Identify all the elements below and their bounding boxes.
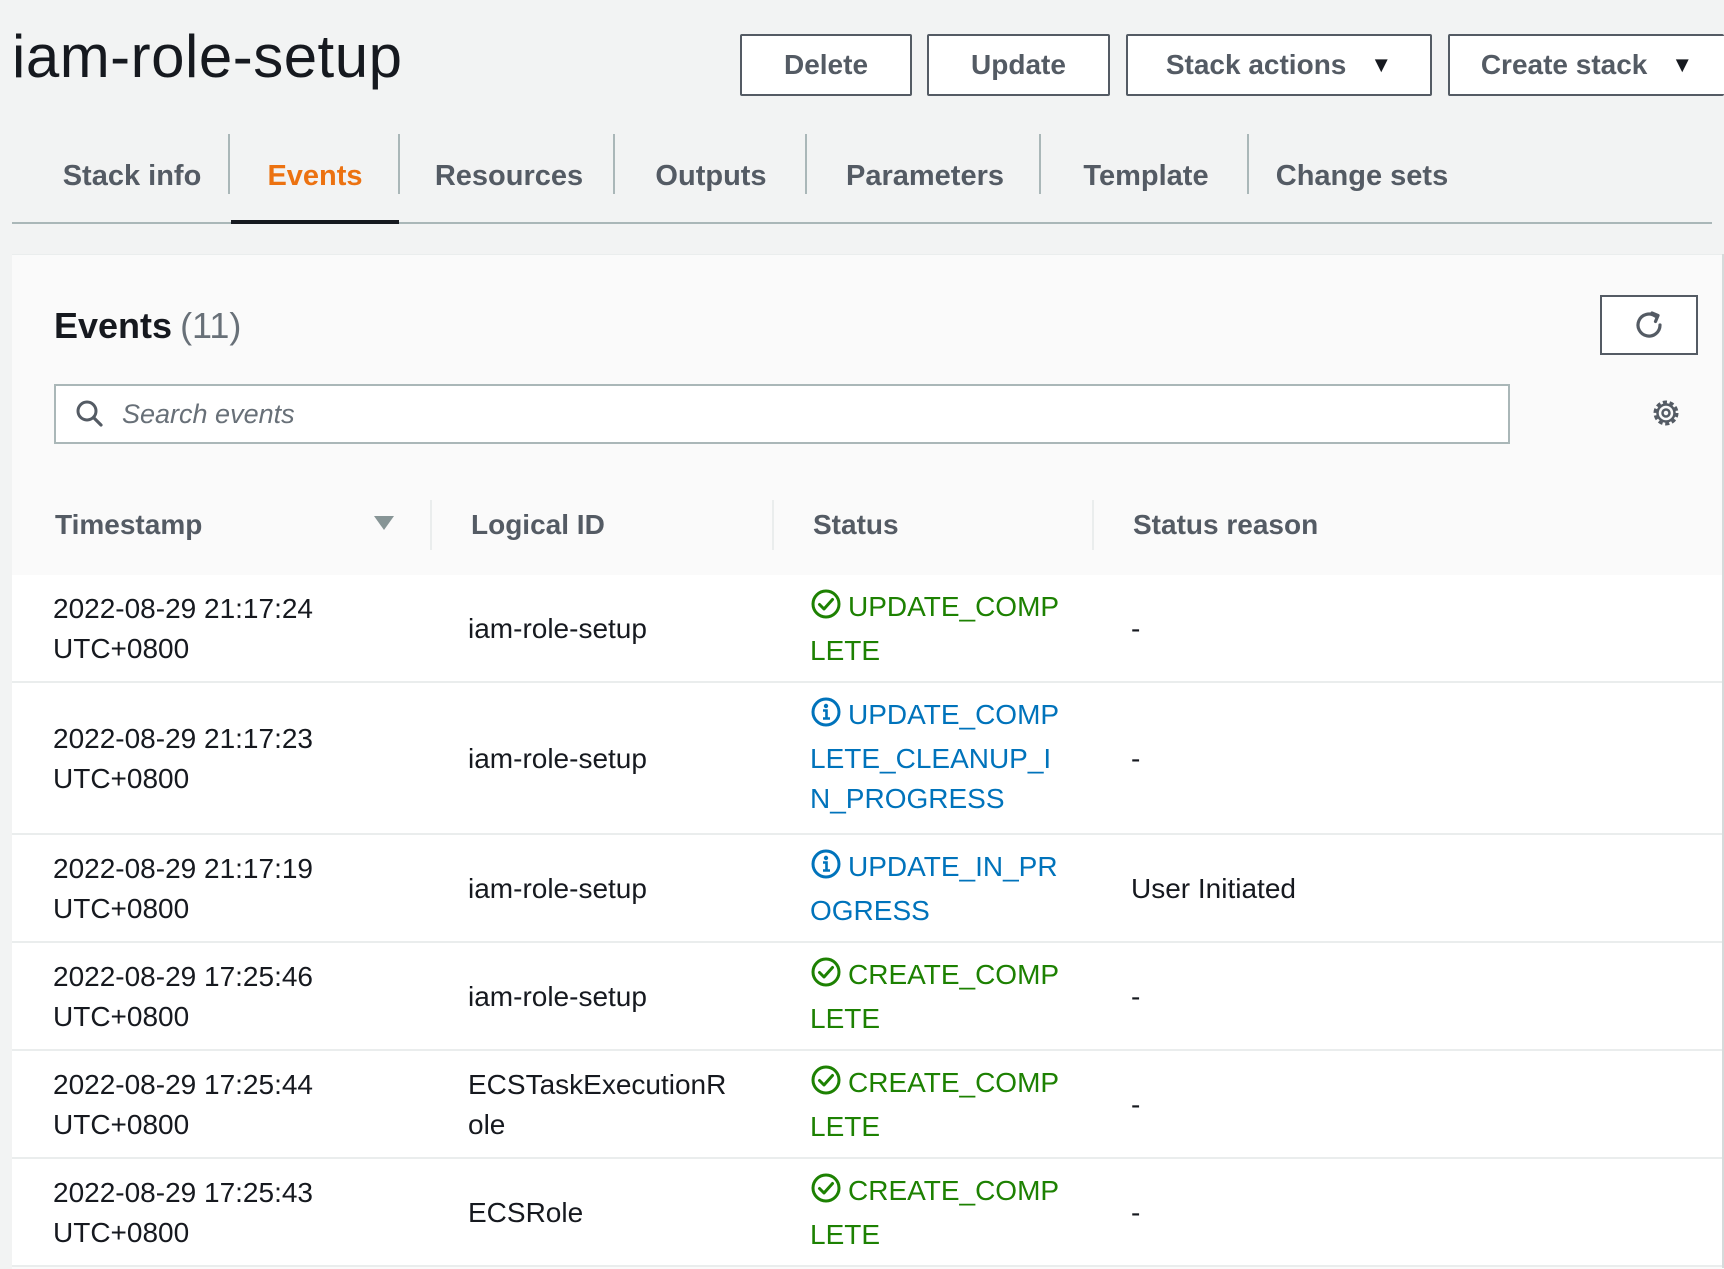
tab-change-sets[interactable]: Change sets bbox=[1251, 130, 1473, 222]
status-text: CREATE_COMPLETE bbox=[810, 1067, 1060, 1142]
logical-id-cell: iam-role-setup bbox=[468, 743, 647, 774]
status-cell: CREATE_COMPLETE bbox=[810, 1171, 1070, 1255]
status-cell: CREATE_COMPLETE bbox=[810, 955, 1070, 1039]
tab-stack-info[interactable]: Stack info bbox=[42, 130, 222, 222]
table-row: 2022-08-29 21:17:23 UTC+0800 iam-role-se… bbox=[12, 683, 1724, 835]
tab-divider bbox=[228, 134, 230, 194]
create-stack-button[interactable]: Create stack ▼ bbox=[1448, 34, 1724, 96]
column-header-logical-id[interactable]: Logical ID bbox=[471, 475, 605, 575]
timestamp-cell: 2022-08-29 21:17:24 UTC+0800 bbox=[53, 593, 313, 664]
tab-label: Outputs bbox=[655, 159, 767, 192]
column-header-label: Status reason bbox=[1133, 509, 1319, 540]
status-reason-cell: - bbox=[1131, 743, 1141, 774]
tab-template[interactable]: Template bbox=[1043, 130, 1249, 222]
page-title: iam-role-setup bbox=[12, 23, 403, 90]
logical-id-cell: ECSTaskExecutionRole bbox=[468, 1069, 727, 1140]
create-stack-label: Create stack bbox=[1480, 49, 1648, 80]
info-circle-icon bbox=[810, 848, 842, 891]
stack-actions-button[interactable]: Stack actions ▼ bbox=[1126, 34, 1432, 96]
column-divider bbox=[772, 500, 774, 550]
tab-divider bbox=[398, 134, 400, 194]
check-circle-icon bbox=[810, 1064, 842, 1107]
status-reason-cell: - bbox=[1131, 1197, 1141, 1228]
status-reason-cell: - bbox=[1131, 613, 1141, 644]
status-text: CREATE_COMPLETE bbox=[810, 959, 1060, 1034]
column-header-label: Logical ID bbox=[471, 509, 605, 540]
caret-down-icon: ▼ bbox=[1370, 52, 1393, 77]
stack-actions-label: Stack actions bbox=[1165, 49, 1347, 80]
status-cell: CREATE_COMPLETE bbox=[810, 1063, 1070, 1147]
info-circle-icon bbox=[810, 696, 842, 739]
gear-icon[interactable] bbox=[1648, 395, 1684, 431]
delete-button-label: Delete bbox=[783, 49, 869, 80]
active-tab-indicator bbox=[231, 220, 399, 224]
tab-divider bbox=[805, 134, 807, 194]
table-row: 2022-08-29 21:17:19 UTC+0800 iam-role-se… bbox=[12, 835, 1724, 943]
column-header-status-reason[interactable]: Status reason bbox=[1133, 475, 1318, 575]
tab-parameters[interactable]: Parameters bbox=[809, 130, 1041, 222]
table-row: 2022-08-29 17:25:43 UTC+0800 ECSRole CRE… bbox=[12, 1159, 1724, 1267]
caret-down-icon: ▼ bbox=[1671, 52, 1694, 77]
logical-id-cell: iam-role-setup bbox=[468, 613, 647, 644]
column-header-timestamp[interactable]: Timestamp bbox=[55, 475, 202, 575]
events-panel: Events(11) Ti bbox=[12, 254, 1724, 1269]
table-row: 2022-08-29 17:25:44 UTC+0800 ECSTaskExec… bbox=[12, 1051, 1724, 1159]
status-text: UPDATE_COMPLETE bbox=[810, 591, 1060, 666]
status-cell: UPDATE_COMPLETE bbox=[810, 587, 1070, 671]
status-reason-cell: - bbox=[1131, 981, 1141, 1012]
column-divider bbox=[430, 500, 432, 550]
status-reason-cell: - bbox=[1131, 1089, 1141, 1120]
tab-label: Stack info bbox=[62, 159, 202, 192]
timestamp-cell: 2022-08-29 17:25:44 UTC+0800 bbox=[53, 1069, 313, 1140]
search-events-field[interactable] bbox=[54, 384, 1510, 444]
tab-label: Events bbox=[267, 159, 363, 192]
timestamp-cell: 2022-08-29 21:17:19 UTC+0800 bbox=[53, 853, 313, 924]
status-text: UPDATE_COMPLETE_CLEANUP_IN_PROGRESS bbox=[810, 699, 1060, 814]
check-circle-icon bbox=[810, 588, 842, 631]
events-panel-header: Events (11) bbox=[12, 255, 1724, 476]
update-button-label: Update bbox=[971, 49, 1066, 80]
status-cell: UPDATE_COMPLETE_CLEANUP_IN_PROGRESS bbox=[810, 695, 1070, 819]
search-input[interactable] bbox=[120, 397, 1508, 431]
events-table-header: Timestamp Logical ID Status Status reaso… bbox=[12, 475, 1724, 577]
refresh-button[interactable] bbox=[1600, 295, 1698, 355]
refresh-icon bbox=[1636, 311, 1662, 338]
table-row: 2022-08-29 17:25:46 UTC+0800 iam-role-se… bbox=[12, 943, 1724, 1051]
column-divider bbox=[1092, 500, 1094, 550]
search-icon bbox=[74, 398, 106, 430]
logical-id-cell: iam-role-setup bbox=[468, 873, 647, 904]
table-row: 2022-08-29 21:17:24 UTC+0800 iam-role-se… bbox=[12, 575, 1724, 683]
tab-bar: Stack info Events Resources Outputs Para… bbox=[12, 130, 1712, 224]
logical-id-cell: iam-role-setup bbox=[468, 981, 647, 1012]
update-button[interactable]: Update bbox=[927, 34, 1110, 96]
tab-divider bbox=[1247, 134, 1249, 194]
timestamp-cell: 2022-08-29 21:17:23 UTC+0800 bbox=[53, 723, 313, 794]
status-text: UPDATE_IN_PROGRESS bbox=[810, 851, 1058, 926]
logical-id-cell: ECSRole bbox=[468, 1197, 584, 1228]
column-header-label: Timestamp bbox=[55, 509, 203, 540]
tab-resources[interactable]: Resources bbox=[402, 130, 616, 222]
events-count: (11) bbox=[180, 305, 242, 346]
tab-label: Parameters bbox=[846, 159, 1004, 192]
events-title: Events bbox=[54, 305, 173, 346]
tab-divider bbox=[1039, 134, 1041, 194]
check-circle-icon bbox=[810, 956, 842, 999]
column-header-label: Status bbox=[813, 509, 899, 540]
tab-events[interactable]: Events bbox=[231, 130, 399, 224]
timestamp-cell: 2022-08-29 17:25:46 UTC+0800 bbox=[53, 961, 313, 1032]
status-cell: UPDATE_IN_PROGRESS bbox=[810, 847, 1070, 931]
status-text: CREATE_COMPLETE bbox=[810, 1175, 1060, 1250]
sort-descending-icon[interactable] bbox=[372, 513, 396, 533]
check-circle-icon bbox=[810, 1172, 842, 1215]
tab-label: Resources bbox=[434, 159, 584, 192]
status-reason-cell: User Initiated bbox=[1131, 873, 1296, 904]
tab-label: Template bbox=[1083, 159, 1209, 192]
tab-divider bbox=[613, 134, 615, 194]
events-panel-title: Events (11) bbox=[54, 305, 241, 347]
tab-label: Change sets bbox=[1275, 159, 1449, 192]
delete-button[interactable]: Delete bbox=[740, 34, 912, 96]
column-header-status[interactable]: Status bbox=[813, 475, 899, 575]
timestamp-cell: 2022-08-29 17:25:43 UTC+0800 bbox=[53, 1177, 313, 1248]
tab-outputs[interactable]: Outputs bbox=[617, 130, 805, 222]
